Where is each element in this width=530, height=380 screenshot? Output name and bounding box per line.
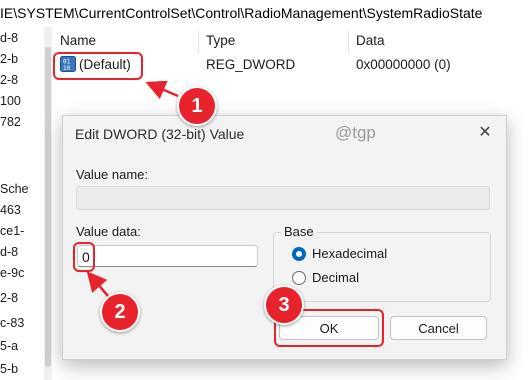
- tree-item[interactable]: 782: [0, 115, 21, 135]
- registry-path: IE\SYSTEM\CurrentControlSet\Control\Radi…: [0, 5, 483, 21]
- column-header-data[interactable]: Data: [356, 33, 385, 48]
- column-divider[interactable]: [198, 31, 199, 53]
- close-icon[interactable]: ✕: [472, 121, 498, 145]
- tree-item[interactable]: 2-b: [0, 52, 18, 72]
- value-data-input[interactable]: 0: [77, 245, 258, 267]
- tree-item[interactable]: Sche: [0, 182, 29, 202]
- value-type: REG_DWORD: [206, 57, 296, 72]
- column-header-type[interactable]: Type: [206, 33, 235, 48]
- step-badge-2: 2: [100, 292, 140, 332]
- tree-item[interactable]: 100: [0, 94, 21, 114]
- value-data-label: Value data:: [76, 224, 141, 239]
- address-bar[interactable]: IE\SYSTEM\CurrentControlSet\Control\Radi…: [0, 0, 530, 28]
- tree-item[interactable]: 5-a: [0, 339, 18, 359]
- radio-button-selected[interactable]: [292, 247, 306, 261]
- base-label: Base: [281, 224, 317, 239]
- radio-label-decimal[interactable]: Decimal: [312, 270, 359, 285]
- cancel-button[interactable]: Cancel: [390, 316, 487, 340]
- tree-scrollbar[interactable]: [44, 27, 52, 380]
- tree-item[interactable]: d-8: [0, 245, 18, 265]
- tree-item[interactable]: 463: [0, 203, 21, 223]
- highlight-default-value: [53, 52, 143, 80]
- tree-item[interactable]: e-9c: [0, 266, 24, 286]
- value-data: 0x00000000 (0): [356, 57, 451, 72]
- tree-item[interactable]: 5-b: [0, 362, 18, 380]
- registry-tree: d-8 2-b 2-8 100 782 Sche 463 ce1- d-8 e-…: [0, 27, 44, 380]
- column-header-name[interactable]: Name: [60, 33, 96, 48]
- tree-item[interactable]: d-8: [0, 31, 18, 51]
- value-name-field: [76, 186, 490, 210]
- tree-item[interactable]: ce1-: [0, 224, 24, 244]
- tree-item[interactable]: 2-8: [0, 291, 18, 311]
- value-name-label: Value name:: [76, 167, 149, 182]
- tree-item[interactable]: 2-8: [0, 73, 18, 93]
- radio-label-hexadecimal[interactable]: Hexadecimal: [312, 246, 387, 261]
- step-badge-3: 3: [264, 285, 304, 325]
- base-group: Base Hexadecimal Decimal: [273, 224, 491, 302]
- watermark: @tgp: [335, 123, 376, 142]
- tree-item[interactable]: c-83: [0, 316, 24, 336]
- dialog-title: Edit DWORD (32-bit) Value: [75, 126, 245, 142]
- column-divider[interactable]: [348, 31, 349, 53]
- scrollbar-thumb[interactable]: [45, 47, 51, 367]
- radio-button[interactable]: [292, 271, 306, 285]
- highlight-value-data: [73, 242, 95, 272]
- step-badge-1: 1: [177, 86, 217, 126]
